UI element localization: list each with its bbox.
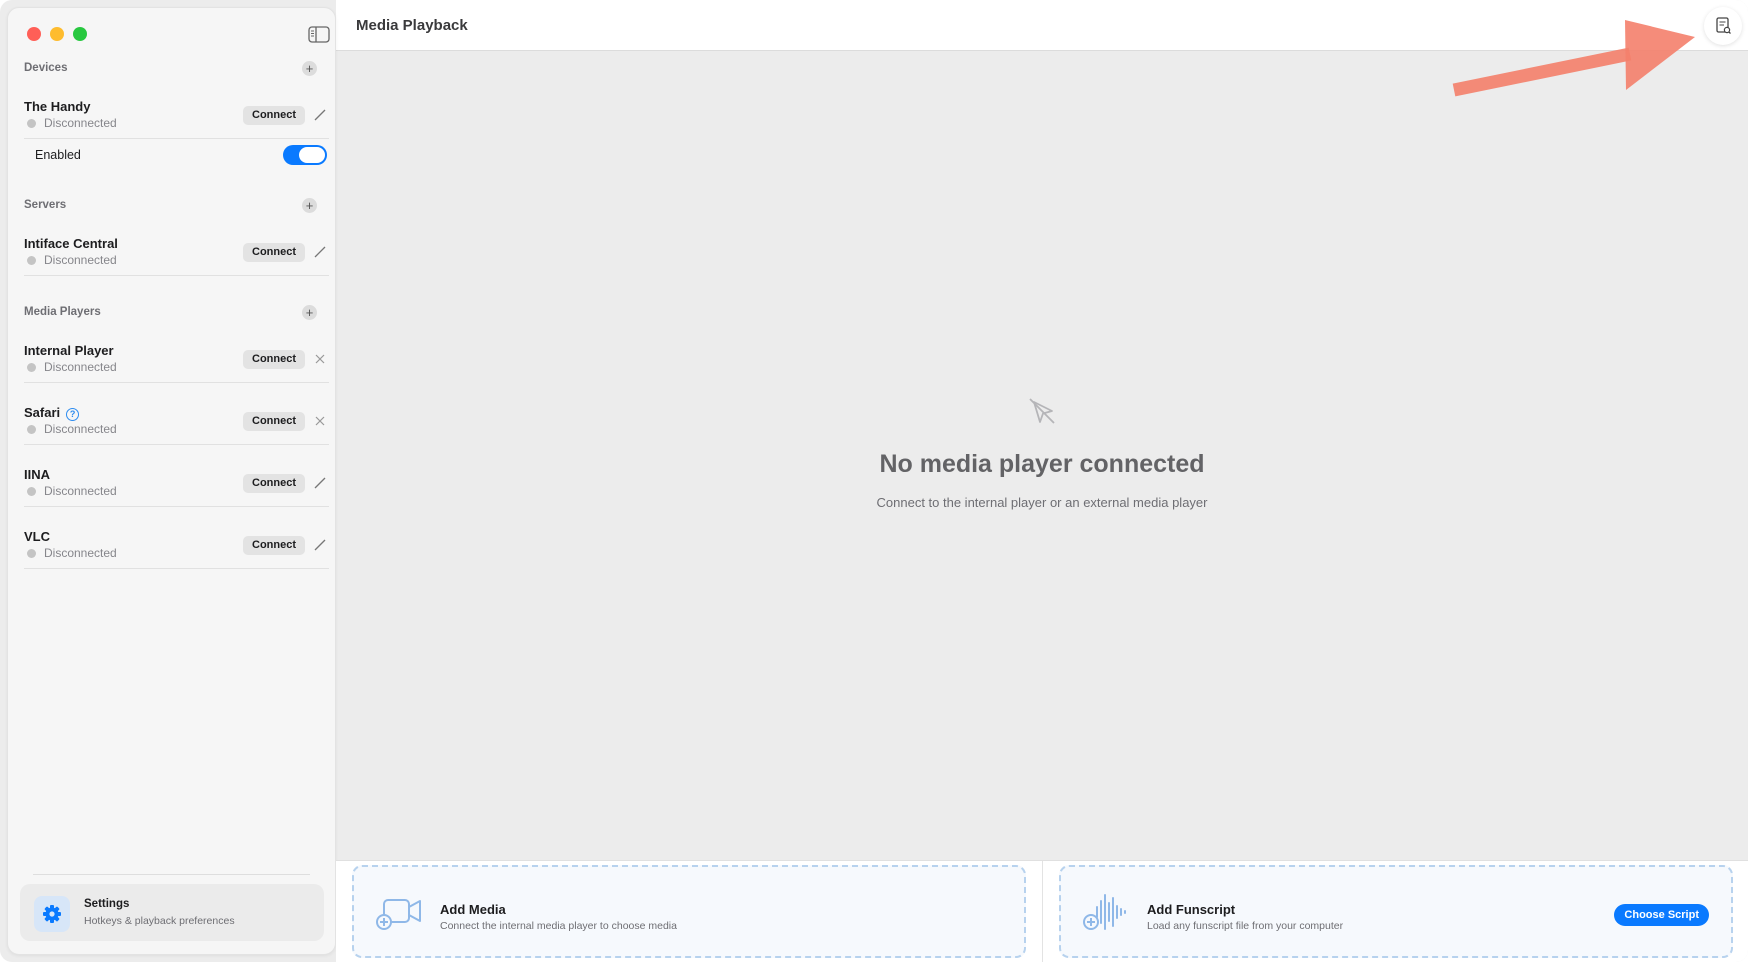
choose-script-button[interactable]: Choose Script <box>1614 904 1709 926</box>
add-media-subtitle: Connect the internal media player to cho… <box>440 920 677 932</box>
devices-section-title: Devices <box>24 62 68 74</box>
add-server-button[interactable]: + <box>302 198 317 213</box>
bottom-separator <box>1042 861 1043 962</box>
document-search-icon <box>1716 17 1731 34</box>
media-player-name: Internal Player <box>24 343 114 358</box>
settings-icon-box <box>34 896 70 932</box>
bottom-bar: Add Media Connect the internal media pla… <box>336 860 1748 962</box>
add-media-title: Add Media <box>440 902 506 917</box>
media-player-name: IINA <box>24 467 50 482</box>
add-funscript-subtitle: Load any funscript file from your comput… <box>1147 920 1344 932</box>
connect-button[interactable]: Connect <box>243 412 305 431</box>
enabled-label: Enabled <box>35 148 81 162</box>
empty-state-title: No media player connected <box>879 450 1205 478</box>
sidebar: Devices + The Handy Disconnected Connect… <box>7 7 336 955</box>
add-video-icon <box>376 899 421 930</box>
add-media-player-button[interactable]: + <box>302 305 317 320</box>
media-player-status: Disconnected <box>27 360 117 374</box>
media-player-name: VLC <box>24 529 50 544</box>
device-row-the-handy[interactable]: The Handy Disconnected Connect <box>24 91 329 139</box>
media-player-name: Safari? <box>24 405 80 421</box>
waveform-add-icon <box>1083 894 1126 930</box>
servers-section-title: Servers <box>24 199 67 211</box>
devices-section-header: Devices + <box>24 59 319 79</box>
media-player-row-vlc[interactable]: VLC Disconnected Connect <box>24 521 329 569</box>
window-close-button[interactable] <box>27 27 41 41</box>
media-player-status: Disconnected <box>27 422 117 436</box>
status-dot <box>27 487 36 496</box>
add-funscript-title: Add Funscript <box>1147 902 1236 917</box>
add-funscript-dropzone[interactable]: Add Funscript Load any funscript file fr… <box>1059 865 1733 958</box>
connect-button[interactable]: Connect <box>243 350 305 369</box>
pencil-icon[interactable] <box>313 538 327 552</box>
toggle-knob <box>299 147 325 163</box>
settings-title: Settings <box>84 898 130 910</box>
gear-icon <box>43 905 61 923</box>
no-player-icon <box>1029 398 1055 424</box>
media-players-section-header: Media Players + <box>24 303 319 323</box>
page-title: Media Playback <box>356 17 468 34</box>
annotation-arrow-icon <box>1452 20 1695 97</box>
server-row-intiface-central[interactable]: Intiface Central Disconnected Connect <box>24 228 329 276</box>
server-status: Disconnected <box>27 253 117 267</box>
status-dot <box>27 119 36 128</box>
media-player-status: Disconnected <box>27 546 117 560</box>
close-icon[interactable] <box>313 414 327 428</box>
media-player-row-safari[interactable]: Safari? Disconnected Connect <box>24 397 329 445</box>
sidebar-toggle-icon[interactable] <box>308 26 330 43</box>
device-name: The Handy <box>24 99 91 114</box>
servers-section-header: Servers + <box>24 196 319 216</box>
connect-button[interactable]: Connect <box>243 106 305 125</box>
media-players-section-title: Media Players <box>24 306 101 318</box>
media-player-row-iina[interactable]: IINA Disconnected Connect <box>24 459 329 507</box>
status-dot <box>27 363 36 372</box>
add-media-dropzone[interactable]: Add Media Connect the internal media pla… <box>352 865 1026 958</box>
settings-subtitle: Hotkeys & playback preferences <box>84 915 235 927</box>
window-zoom-button[interactable] <box>73 27 87 41</box>
server-name: Intiface Central <box>24 236 118 251</box>
window-minimize-button[interactable] <box>50 27 64 41</box>
connect-button[interactable]: Connect <box>243 474 305 493</box>
pencil-icon[interactable] <box>313 108 327 122</box>
status-dot <box>27 256 36 265</box>
help-icon[interactable]: ? <box>66 408 80 421</box>
device-enabled-row: Enabled <box>24 139 329 173</box>
empty-state-subtitle: Connect to the internal player or an ext… <box>876 495 1208 510</box>
status-dot <box>27 549 36 558</box>
media-player-status: Disconnected <box>27 484 117 498</box>
sidebar-divider <box>33 874 310 875</box>
media-player-row-internal-player[interactable]: Internal Player Disconnected Connect <box>24 335 329 383</box>
connect-button[interactable]: Connect <box>243 536 305 555</box>
pencil-icon[interactable] <box>313 476 327 490</box>
add-device-button[interactable]: + <box>302 61 317 76</box>
enabled-toggle[interactable] <box>283 145 327 165</box>
connect-button[interactable]: Connect <box>243 243 305 262</box>
inspector-button[interactable] <box>1704 7 1742 45</box>
device-status: Disconnected <box>27 116 117 130</box>
status-dot <box>27 425 36 434</box>
app-window: Media Playback Devices + The Handy Disco… <box>0 0 1748 962</box>
settings-button[interactable]: Settings Hotkeys & playback preferences <box>20 884 324 941</box>
close-icon[interactable] <box>313 352 327 366</box>
pencil-icon[interactable] <box>313 245 327 259</box>
